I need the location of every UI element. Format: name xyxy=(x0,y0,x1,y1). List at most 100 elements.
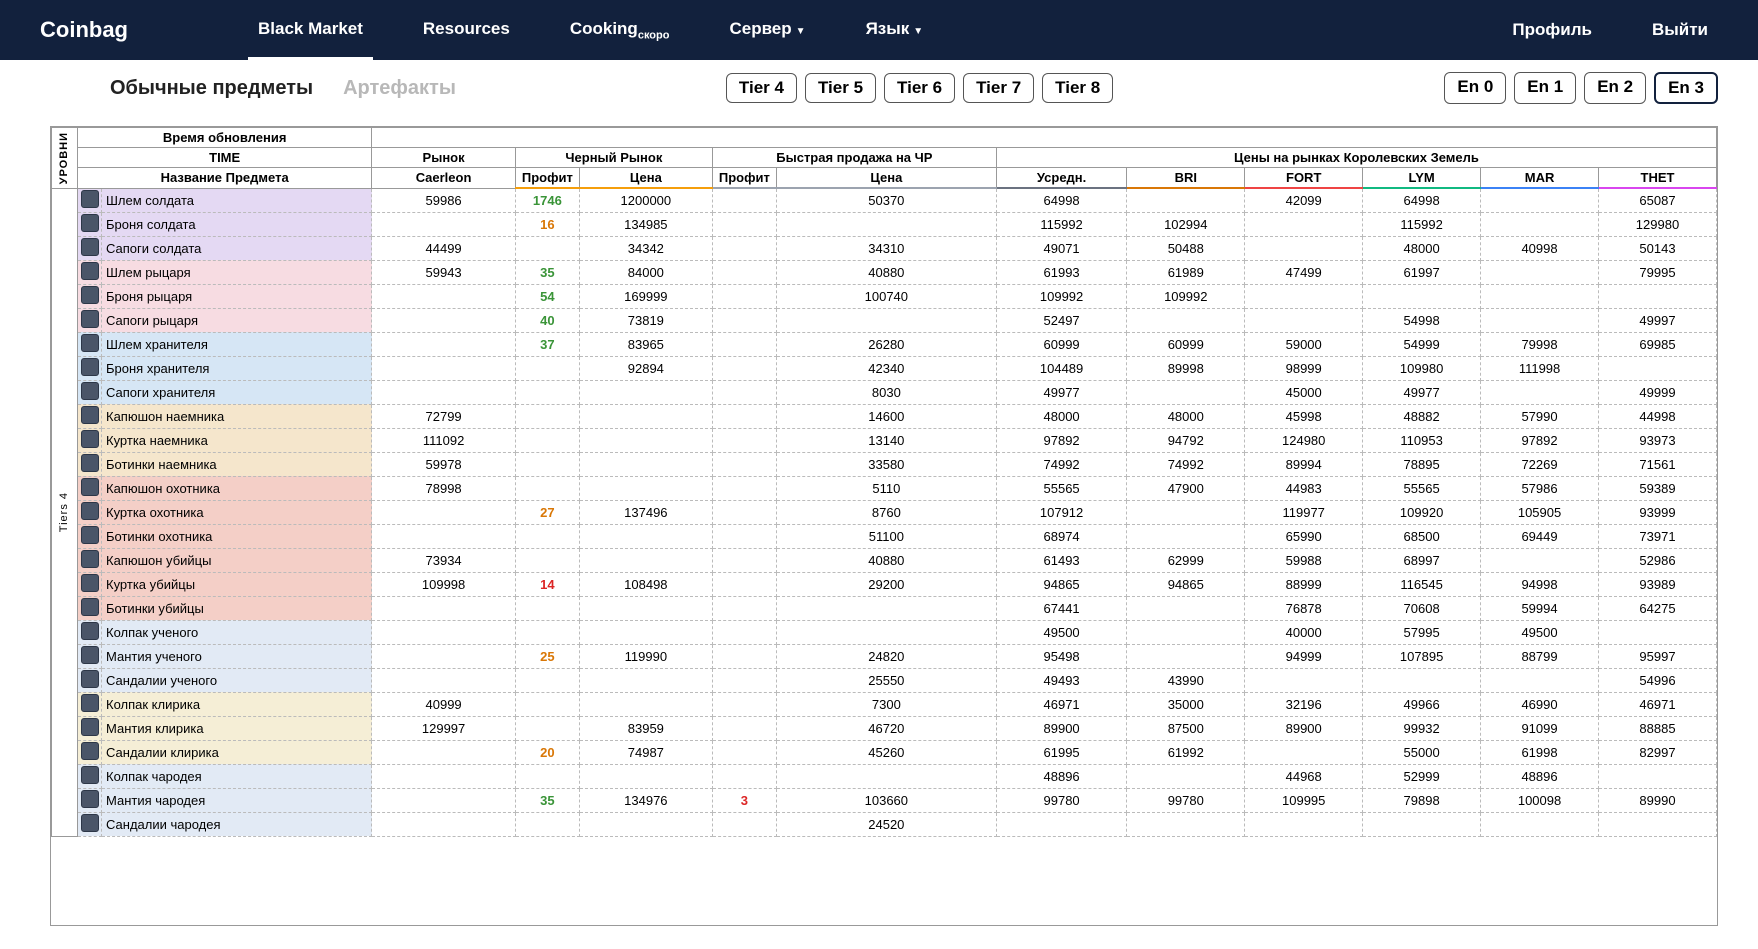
item-name-cell[interactable]: Ботинки охотника xyxy=(102,524,372,548)
item-name-cell[interactable]: Колпак чародея xyxy=(102,764,372,788)
price-cell xyxy=(372,740,516,764)
item-name-cell[interactable]: Капюшон охотника xyxy=(102,476,372,500)
col-fort: FORT xyxy=(1245,168,1363,189)
price-cell xyxy=(579,764,712,788)
price-cell: 94865 xyxy=(996,572,1126,596)
item-icon xyxy=(81,190,99,208)
tier-filter-5[interactable]: Tier 5 xyxy=(805,73,876,103)
enchant-filter-1[interactable]: En 1 xyxy=(1514,72,1576,104)
price-cell: 73819 xyxy=(579,308,712,332)
price-cell xyxy=(712,476,776,500)
price-cell: 34310 xyxy=(776,236,996,260)
price-cell xyxy=(515,692,579,716)
item-name-cell[interactable]: Сандалии чародея xyxy=(102,812,372,836)
price-cell: 52999 xyxy=(1363,764,1481,788)
item-icon xyxy=(81,262,99,280)
enchant-filter-2[interactable]: En 2 xyxy=(1584,72,1646,104)
table-row: Сандалии клирика207498745260619956199255… xyxy=(52,740,1717,764)
price-cell: 124980 xyxy=(1245,428,1363,452)
price-cell: 169999 xyxy=(579,284,712,308)
price-cell: 68974 xyxy=(996,524,1126,548)
item-name-cell[interactable]: Сапоги солдата xyxy=(102,236,372,260)
item-name-cell[interactable]: Мантия клирика xyxy=(102,716,372,740)
table-row: Ботинки наемника599783358074992749928999… xyxy=(52,452,1717,476)
price-cell xyxy=(712,284,776,308)
price-cell xyxy=(579,404,712,428)
price-cell xyxy=(712,428,776,452)
item-name-cell[interactable]: Капюшон наемника xyxy=(102,404,372,428)
tier-filter-7[interactable]: Tier 7 xyxy=(963,73,1034,103)
tier-filter-4[interactable]: Tier 4 xyxy=(726,73,797,103)
table-row: Куртка наемника1110921314097892947921249… xyxy=(52,428,1717,452)
price-cell xyxy=(579,428,712,452)
item-name-cell[interactable]: Броня хранителя xyxy=(102,356,372,380)
item-name-cell[interactable]: Шлем солдата xyxy=(102,188,372,212)
tier-filter-8[interactable]: Tier 8 xyxy=(1042,73,1113,103)
table-row: Сапоги рыцаря4073819524975499849997 xyxy=(52,308,1717,332)
price-cell xyxy=(712,236,776,260)
price-cell: 74992 xyxy=(996,452,1126,476)
price-cell xyxy=(1599,356,1717,380)
item-name-cell[interactable]: Капюшон убийцы xyxy=(102,548,372,572)
price-cell: 59988 xyxy=(1245,548,1363,572)
item-name-cell[interactable]: Колпак ученого xyxy=(102,620,372,644)
price-cell: 46971 xyxy=(1599,692,1717,716)
col-avg: Усредн. xyxy=(996,168,1126,189)
item-name-cell[interactable]: Ботинки убийцы xyxy=(102,596,372,620)
price-cell: 102994 xyxy=(1127,212,1245,236)
table-row: Мантия клирика12999783959467208990087500… xyxy=(52,716,1717,740)
price-cell: 54999 xyxy=(1363,332,1481,356)
item-icon xyxy=(81,430,99,448)
nav-logout[interactable]: Выйти xyxy=(1642,2,1718,58)
item-name-cell[interactable]: Колпак клирика xyxy=(102,692,372,716)
table-row: Куртка охотника2713749687601079121199771… xyxy=(52,500,1717,524)
price-cell xyxy=(1245,668,1363,692)
enchant-filter-0[interactable]: En 0 xyxy=(1444,72,1506,104)
tier-filter-6[interactable]: Tier 6 xyxy=(884,73,955,103)
price-cell: 33580 xyxy=(776,452,996,476)
price-cell: 55565 xyxy=(1363,476,1481,500)
price-cell xyxy=(1363,812,1481,836)
item-name-cell[interactable]: Сапоги хранителя xyxy=(102,380,372,404)
item-name-cell[interactable]: Мантия ученого xyxy=(102,644,372,668)
enchant-filter-3[interactable]: En 3 xyxy=(1654,72,1718,104)
tier-filter-group: Tier 4 Tier 5 Tier 6 Tier 7 Tier 8 xyxy=(726,73,1113,103)
item-name-cell[interactable]: Мантия чародея xyxy=(102,788,372,812)
nav-resources[interactable]: Resources xyxy=(413,1,520,60)
nav-language[interactable]: Язык▼ xyxy=(856,1,934,60)
item-name-cell[interactable]: Сандалии ученого xyxy=(102,668,372,692)
tab-regular-items[interactable]: Обычные предметы xyxy=(110,77,313,100)
price-cell: 40998 xyxy=(1481,236,1599,260)
price-cell xyxy=(1599,764,1717,788)
price-cell xyxy=(776,764,996,788)
nav-black-market[interactable]: Black Market xyxy=(248,1,373,60)
item-name-cell[interactable]: Ботинки наемника xyxy=(102,452,372,476)
item-name-cell[interactable]: Сапоги рыцаря xyxy=(102,308,372,332)
item-icon xyxy=(81,358,99,376)
price-table-container[interactable]: УРОВНИ Время обновления TIME Рынок Черны… xyxy=(50,126,1718,926)
item-name-cell[interactable]: Броня рыцаря xyxy=(102,284,372,308)
price-cell xyxy=(579,476,712,500)
item-name-cell[interactable]: Броня солдата xyxy=(102,212,372,236)
item-name-cell[interactable]: Куртка наемника xyxy=(102,428,372,452)
price-cell: 99932 xyxy=(1363,716,1481,740)
price-cell: 59986 xyxy=(372,188,516,212)
nav-server[interactable]: Сервер▼ xyxy=(719,1,815,60)
price-cell: 62999 xyxy=(1127,548,1245,572)
nav-cooking[interactable]: Cookingскоро xyxy=(560,1,680,60)
nav-profile[interactable]: Профиль xyxy=(1502,2,1602,58)
price-cell xyxy=(712,500,776,524)
item-name-cell[interactable]: Сандалии клирика xyxy=(102,740,372,764)
price-cell: 71561 xyxy=(1599,452,1717,476)
item-icon xyxy=(81,502,99,520)
price-cell: 49071 xyxy=(996,236,1126,260)
brand-logo[interactable]: Coinbag xyxy=(40,17,128,43)
item-name-cell[interactable]: Шлем рыцаря xyxy=(102,260,372,284)
item-name-cell[interactable]: Куртка убийцы xyxy=(102,572,372,596)
item-name-cell[interactable]: Куртка охотника xyxy=(102,500,372,524)
price-cell: 61989 xyxy=(1127,260,1245,284)
tab-artifacts[interactable]: Артефакты xyxy=(343,77,456,100)
price-cell: 24520 xyxy=(776,812,996,836)
price-cell: 95997 xyxy=(1599,644,1717,668)
item-name-cell[interactable]: Шлем хранителя xyxy=(102,332,372,356)
